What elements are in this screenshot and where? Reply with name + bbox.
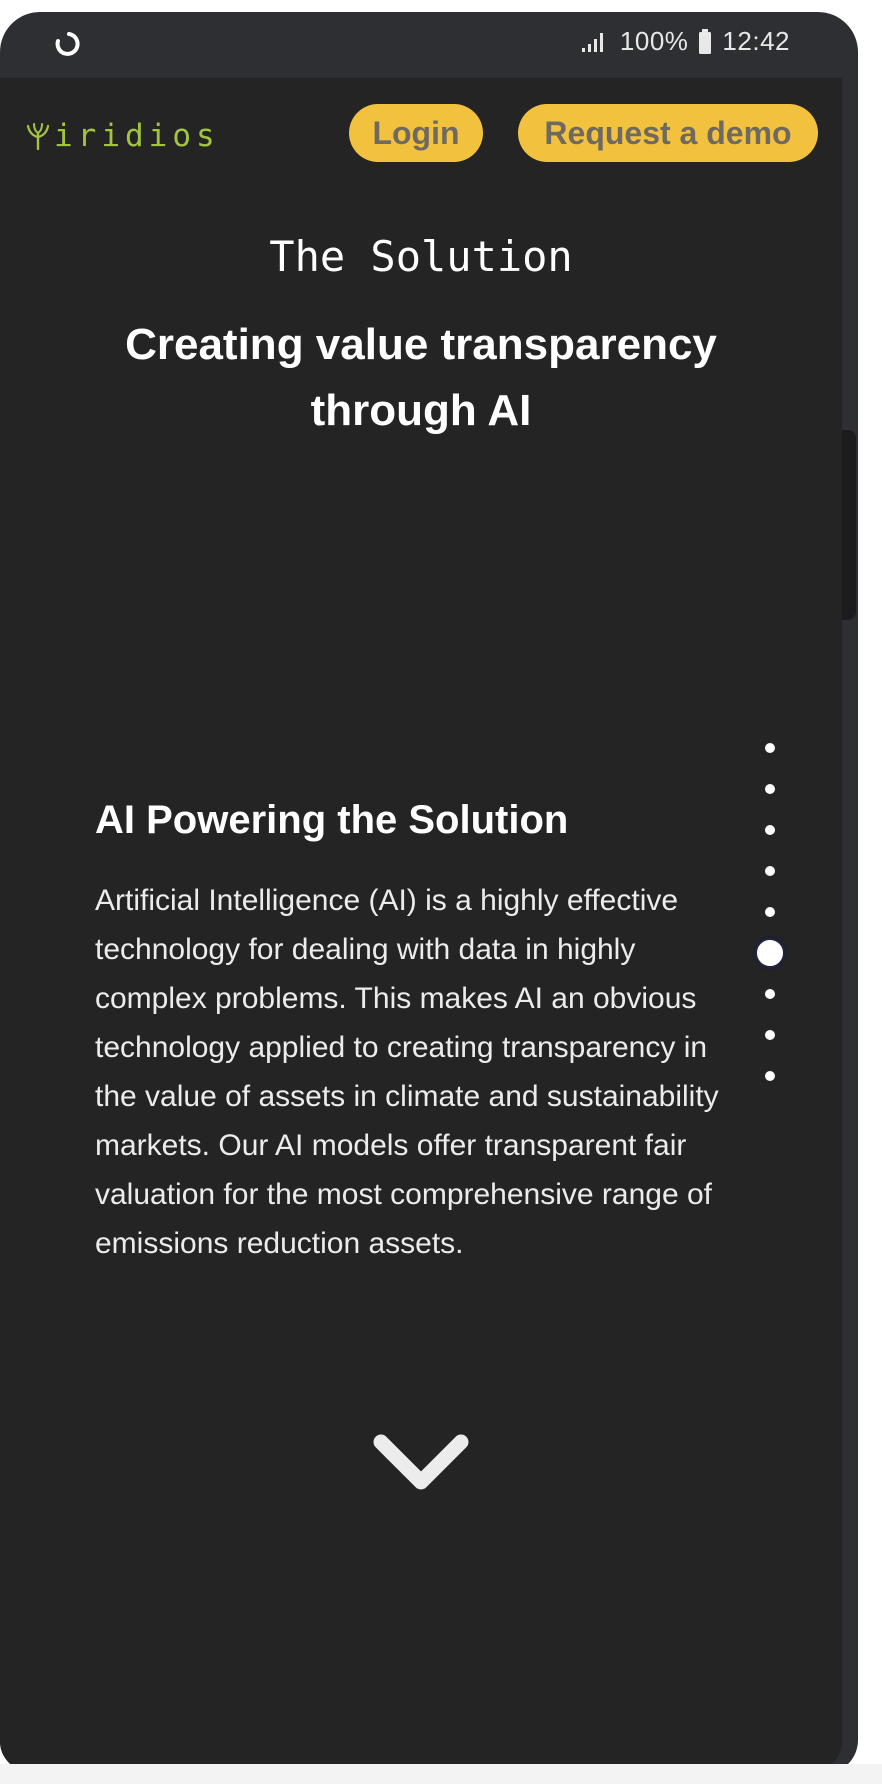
- sprout-icon: [26, 123, 50, 151]
- content-heading: AI Powering the Solution: [95, 798, 569, 842]
- bottom-edge: [0, 1764, 882, 1784]
- content-body: Artificial Intelligence (AI) is a highly…: [95, 884, 719, 1260]
- status-indicators: 100% 12:42: [580, 26, 790, 57]
- brand-logo[interactable]: iridios: [26, 118, 220, 154]
- login-button[interactable]: Login: [349, 104, 483, 162]
- pager-dot[interactable]: [765, 866, 775, 876]
- pager-dot[interactable]: [765, 907, 775, 917]
- pager-dot[interactable]: [765, 1071, 775, 1081]
- pager-dot[interactable]: [765, 1030, 775, 1040]
- section-kicker: The Solution: [269, 232, 573, 281]
- signal-icon: [581, 32, 603, 52]
- phone-side-button: [842, 430, 856, 620]
- loading-icon: [55, 32, 80, 56]
- slide-pagination: [755, 743, 785, 1143]
- web-page: iridios Login Request a demo The Solutio…: [0, 78, 842, 1770]
- section-title: Creating value transparency through AI: [125, 320, 717, 435]
- pager-dot-active[interactable]: [755, 938, 785, 968]
- pager-dot[interactable]: [765, 784, 775, 794]
- chevron-down-icon[interactable]: [371, 1430, 471, 1498]
- status-bar: 100% 12:42: [0, 12, 842, 78]
- pager-dot[interactable]: [765, 825, 775, 835]
- pager-dot[interactable]: [765, 743, 775, 753]
- clock: 12:42: [722, 26, 790, 56]
- battery-icon: [699, 28, 712, 54]
- pager-dot[interactable]: [765, 989, 775, 999]
- battery-percent: 100%: [619, 26, 689, 56]
- logo-text: iridios: [54, 118, 220, 154]
- request-demo-button[interactable]: Request a demo: [518, 104, 818, 162]
